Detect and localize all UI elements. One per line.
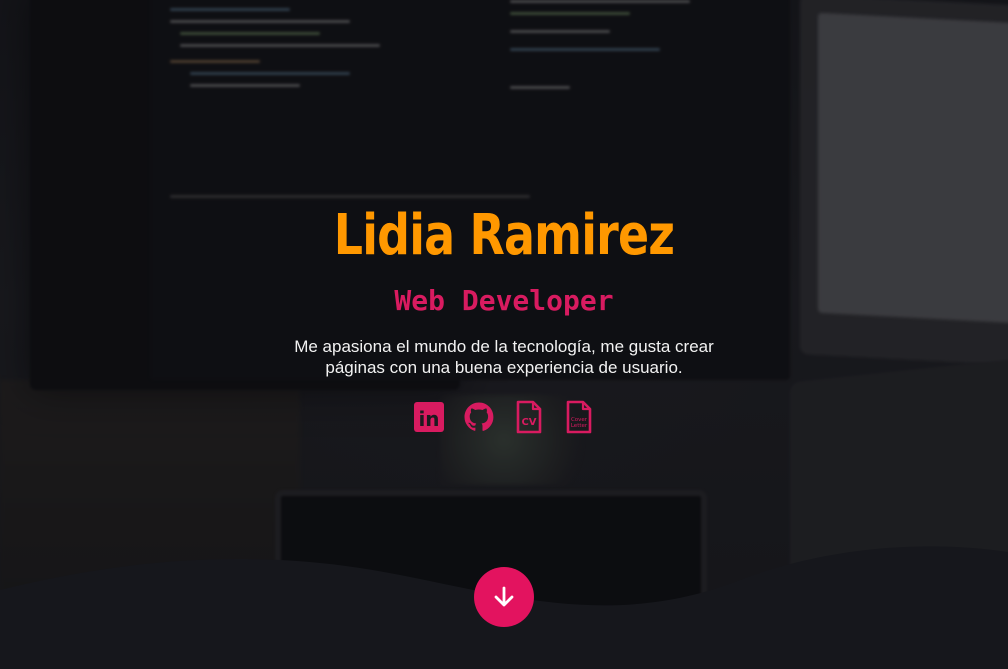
social-links: in CV Cover Letter [0,400,1008,434]
linkedin-icon: in [414,402,444,432]
linkedin-link[interactable]: in [413,400,445,434]
cv-link[interactable]: CV [513,400,545,434]
github-icon [464,402,494,431]
arrow-down-icon [494,586,514,607]
cover-letter-link[interactable]: Cover Letter [563,400,595,434]
hero-section: Lidia Ramirez Web Developer Me apasiona … [0,0,1008,669]
hero-role: Web Developer [394,284,614,317]
scroll-down-button[interactable] [474,567,534,627]
cv-label: CV [521,417,536,428]
cv-document-icon: CV [516,400,542,434]
github-link[interactable] [463,400,495,434]
cover-letter-document-icon: Cover Letter [566,400,592,434]
hero-content: Lidia Ramirez Web Developer Me apasiona … [0,196,1008,434]
hero-bio: Me apasiona el mundo de la tecnología, m… [294,337,714,377]
linkedin-label: in [418,407,439,431]
hero-name: Lidia Ramirez [333,203,675,268]
svg-text:Letter: Letter [571,423,588,429]
